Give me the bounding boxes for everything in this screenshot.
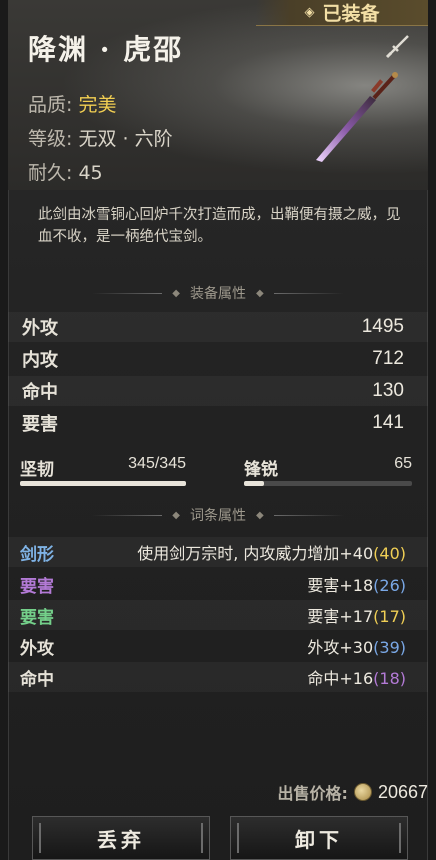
affix-desc: 命中+16: [307, 669, 374, 688]
sharpness-bar: 锋锐 65: [244, 455, 412, 489]
bar-track: [20, 481, 186, 486]
stat-value: 130: [372, 380, 404, 401]
durability-label: 耐久:: [28, 162, 73, 184]
affix-desc: 要害+17: [307, 607, 374, 626]
affix-desc: 外攻+30: [307, 638, 374, 657]
stat-value: 712: [372, 348, 404, 369]
level-value: 无双 · 六阶: [78, 128, 173, 150]
diamond-icon: ◆: [172, 509, 180, 521]
affix-attrs-title-text: 词条属性: [190, 508, 246, 524]
equip-attrs-title: ◆ 装备属性 ◆: [8, 283, 428, 303]
quality-label: 品质:: [28, 94, 73, 116]
equipped-badge: ◈ 已装备: [256, 0, 428, 26]
affix-row: 命中 命中+16(18): [8, 662, 428, 692]
affix-desc: 要害+18: [307, 576, 374, 595]
affix-label: 剑形: [20, 544, 54, 565]
affix-row: 要害 要害+17(17): [8, 600, 428, 630]
affix-bonus: 26: [379, 576, 400, 595]
stat-label: 内攻: [22, 350, 58, 371]
diamond-icon: ◆: [256, 287, 264, 299]
sword-image: [316, 72, 398, 162]
sell-price-value: 20667: [377, 781, 428, 802]
equip-attrs-title-text: 装备属性: [190, 286, 246, 302]
affix-row: 剑形 使用剑万宗时, 内攻威力增加+40(40): [8, 537, 428, 567]
affix-value: 要害+18(26): [307, 576, 406, 595]
stat-row-outer-attack: 外攻 1495: [8, 312, 428, 342]
affix-bonus: 39: [379, 638, 400, 657]
item-header: ◈ 已装备 降渊 · 虎邵 品质: 完美 等级: 无双 · 六阶 耐久: 45: [8, 0, 428, 190]
item-name: 降渊 · 虎邵: [28, 33, 184, 66]
sell-price-label: 出售价格:: [277, 784, 348, 803]
sell-price: 出售价格: 20667: [278, 780, 428, 804]
bar-label: 坚韧: [20, 460, 54, 480]
bar-value: 65: [394, 455, 412, 472]
durability-line: 耐久: 45: [28, 158, 103, 185]
stat-label: 命中: [22, 382, 58, 403]
bar-label: 锋锐: [244, 460, 278, 480]
stat-row-accuracy: 命中 130: [8, 376, 428, 406]
item-description: 此剑由冰雪铜心回炉千次打造而成，出鞘便有摄之威，见血不收，是一柄绝代宝剑。: [38, 207, 401, 245]
coin-icon: [353, 783, 372, 801]
stat-value: 1495: [361, 316, 404, 337]
affix-value: 命中+16(18): [307, 669, 406, 688]
affix-label: 要害: [20, 607, 54, 628]
equipped-label: 已装备: [322, 3, 380, 25]
affix-bonus: 40: [379, 544, 400, 563]
affix-row: 外攻 外攻+30(39): [8, 631, 428, 661]
level-label: 等级:: [28, 128, 73, 150]
affix-value: 使用剑万宗时, 内攻威力增加+40(40): [137, 544, 406, 563]
affix-label: 命中: [20, 669, 54, 690]
stat-row-inner-attack: 内攻 712: [8, 344, 428, 374]
affix-row: 要害 要害+18(26): [8, 569, 428, 599]
stat-value: 141: [372, 412, 404, 433]
affix-label: 外攻: [20, 638, 54, 659]
bar-fill: [20, 481, 186, 486]
discard-button[interactable]: 丢弃: [31, 815, 211, 860]
sword-type-icon: [385, 35, 409, 59]
toughness-bar: 坚韧 345/345: [20, 455, 186, 489]
bar-fill: [244, 481, 265, 486]
affix-value: 要害+17(17): [307, 607, 406, 626]
stat-label: 外攻: [22, 318, 58, 339]
affix-bonus: 17: [379, 607, 400, 626]
quality-value: 完美: [78, 94, 117, 116]
stat-label: 要害: [22, 414, 58, 435]
stat-row-critical: 要害 141: [8, 408, 428, 438]
affix-desc: 使用剑万宗时, 内攻威力增加+40: [137, 544, 374, 563]
level-line: 等级: 无双 · 六阶: [28, 124, 173, 151]
unequip-button[interactable]: 卸下: [229, 815, 409, 860]
quality-line: 品质: 完美: [28, 90, 116, 117]
affix-bonus: 18: [379, 669, 400, 688]
durability-value: 45: [78, 162, 103, 184]
diamond-icon: ◆: [256, 509, 264, 521]
affix-attrs-title: ◆ 词条属性 ◆: [8, 505, 428, 525]
affix-label: 要害: [20, 576, 54, 597]
diamond-icon: ◆: [172, 287, 180, 299]
affix-value: 外攻+30(39): [307, 638, 406, 657]
bar-value: 345/345: [128, 455, 186, 472]
diamond-icon: ◈: [304, 5, 315, 20]
bar-track: [244, 481, 412, 486]
